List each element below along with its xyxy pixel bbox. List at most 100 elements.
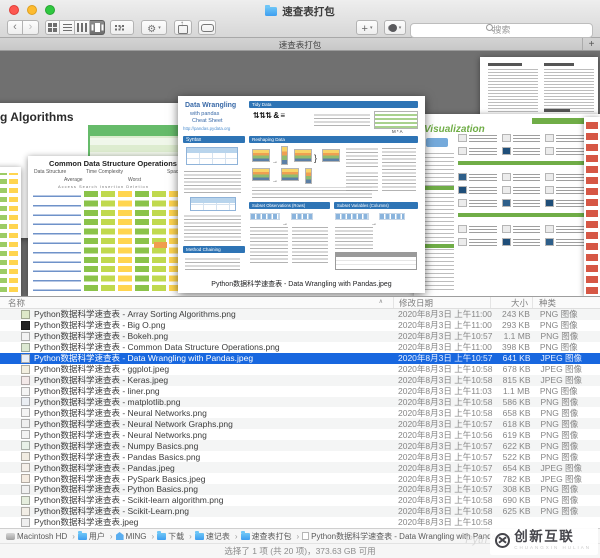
reshape-code-lines	[346, 147, 378, 167]
tidy-text-lines	[314, 112, 370, 126]
table-row[interactable]: Python数据科学速查表 - matplotlib.png 2020年8月3日…	[0, 396, 600, 408]
sidebar-text-lines	[422, 152, 454, 290]
file-thumbnail-icon	[21, 452, 30, 462]
file-size-cell: 622 KB	[502, 440, 531, 451]
reshape-colored-table	[252, 149, 270, 162]
table-row[interactable]: Python数据科学速查表 - Array Sorting Algorithms…	[0, 309, 600, 320]
table-row[interactable]: Python数据科学速查表 - Python Basics.png 2020年8…	[0, 484, 600, 495]
search-field	[410, 20, 593, 38]
file-thumbnail-icon	[21, 474, 30, 484]
view-list-button[interactable]	[60, 20, 75, 35]
chart-thumbnail	[501, 173, 541, 184]
method-code-lines	[185, 256, 240, 270]
breadcrumb-item[interactable]: Macintosh HD	[6, 532, 78, 541]
breadcrumb-label: 速记表	[205, 531, 230, 541]
table-row[interactable]: Python数据科学速查表 - ggplot.jpeg 2020年8月3日 上午…	[0, 364, 600, 375]
file-size-cell: 815 KB	[502, 375, 531, 386]
table-row[interactable]: Python数据科学速查表 - Keras.jpeg 2020年8月3日 上午1…	[0, 374, 600, 386]
reshape-colored-table	[322, 149, 340, 162]
breadcrumb-icon	[115, 532, 124, 540]
chart-thumbnail	[458, 199, 497, 210]
file-size-cell: 625 KB	[502, 506, 531, 517]
subset-chip-strip	[335, 213, 369, 220]
view-icon-button[interactable]	[45, 20, 60, 35]
tags-color-button[interactable]	[384, 20, 406, 35]
view-columns-button[interactable]	[75, 20, 90, 35]
file-thumbnail-icon	[21, 386, 30, 396]
forward-button[interactable]: ›	[23, 20, 39, 35]
column-header-kind[interactable]: 种类	[532, 297, 600, 308]
watermark: Pyth 创新互联 CHUANGXIN HULIAN	[465, 525, 598, 555]
breadcrumb-label: 下载	[168, 531, 185, 541]
new-tab-button[interactable]: +	[582, 38, 600, 50]
chart-thumbnail-grid	[458, 134, 584, 290]
chart-thumbnail	[501, 238, 541, 249]
file-thumbnail-icon	[21, 517, 30, 527]
table-row[interactable]: Python数据科学速查表 - Scikit-learn algorithm.p…	[0, 495, 600, 506]
breadcrumb-item[interactable]: 速查表打包	[240, 531, 303, 542]
preview-sheet-visualization[interactable]: Visualization	[414, 114, 600, 296]
table-row[interactable]: Python数据科学速查表 - Neural Network Graphs.pn…	[0, 418, 600, 430]
file-size-cell: 308 KB	[502, 484, 531, 495]
table-row[interactable]: Python数据科学速查表 - Common Data Structure Op…	[0, 342, 600, 353]
column-header-size[interactable]: 大小	[490, 297, 532, 308]
column-group-label: Time Complexity	[86, 169, 124, 175]
table-row[interactable]: Python数据科学速查表 - Data Wrangling with Pand…	[0, 352, 600, 364]
file-thumbnail-icon	[21, 309, 30, 319]
table-row[interactable]: Python数据科学速查表 - Bokeh.png 2020年8月3日 上午10…	[0, 330, 600, 342]
preview-sheet-left-edge[interactable]	[0, 167, 21, 296]
pandas-title: Data Wrangling	[185, 102, 237, 109]
sort-ascending-icon: ∧	[378, 298, 383, 305]
tab-folder[interactable]: 速查表打包	[279, 39, 322, 51]
preview-sheet-pandas-selected[interactable]: Data Wrangling with pandas Cheat Sheet h…	[178, 96, 425, 293]
breadcrumb-icon	[194, 531, 204, 540]
breadcrumb-item[interactable]: MING	[115, 532, 158, 541]
subset-chip-strip	[291, 213, 313, 220]
table-row[interactable]: Python数据科学速查表 - Numpy Basics.png 2020年8月…	[0, 440, 600, 452]
syntax-code-lines	[184, 215, 241, 241]
reshape-code-lines	[252, 187, 372, 198]
watermark-text-block: 创新互联 CHUANGXIN HULIAN	[514, 530, 591, 550]
table-row[interactable]: Python数据科学速查表 - liner.png 2020年8月3日 上午11…	[0, 386, 600, 397]
section-header-method-chaining: Method Chaining	[183, 246, 245, 253]
view-coverflow-button[interactable]	[90, 20, 105, 35]
chart-thumbnail	[501, 199, 541, 210]
breadcrumb-item[interactable]: 速记表	[194, 531, 241, 542]
watermark-brand: 创新互联 CHUANGXIN HULIAN	[490, 525, 598, 555]
file-thumbnail-icon	[21, 419, 30, 429]
table-row[interactable]: Python数据科学速查表 - Scikit-Learn.png 2020年8月…	[0, 505, 600, 517]
table-row[interactable]: Python数据科学速查表 - Neural Networks.png 2020…	[0, 429, 600, 440]
breadcrumb-item[interactable]: 下载	[157, 531, 195, 542]
column-header-name[interactable]: 名称 ∧	[0, 297, 393, 309]
file-size-cell: 641 KB	[502, 353, 531, 364]
table-row[interactable]: Python数据科学速查表 - Pandas.jpeg 2020年8月3日 上午…	[0, 462, 600, 474]
reshape-colored-table	[305, 168, 312, 184]
search-input[interactable]	[410, 22, 593, 38]
list-view-icon	[62, 23, 72, 26]
table-row[interactable]: Python数据科学速查表 - PySpark Basics.jpeg 2020…	[0, 473, 600, 484]
action-button[interactable]	[141, 20, 167, 35]
table-row[interactable]: Python数据科学速查表 - Pandas Basics.png 2020年8…	[0, 451, 600, 462]
file-size-cell: 398 KB	[501, 342, 530, 353]
breadcrumb-item[interactable]: 用户	[77, 531, 116, 542]
text-heading-bar	[544, 63, 574, 66]
reshape-colored-table	[281, 146, 288, 165]
file-thumbnail-icon	[21, 408, 30, 418]
arrange-button[interactable]	[110, 20, 134, 35]
columns-view-icon	[76, 23, 80, 32]
search-icon	[485, 24, 493, 31]
preview-sheet-red-column[interactable]	[584, 117, 600, 296]
tag-button[interactable]	[198, 20, 216, 35]
file-thumbnail-icon	[21, 506, 30, 516]
table-row[interactable]: Python数据科学速查表 - Neural Networks.png 2020…	[0, 407, 600, 418]
column-header-date[interactable]: 修改日期	[393, 297, 490, 308]
table-row[interactable]: Python数据科学速查表 - Big O.png 2020年8月3日 上午11…	[0, 320, 600, 331]
reshape-colored-table	[252, 168, 270, 181]
subset-chip-strip	[379, 213, 405, 220]
share-button[interactable]	[174, 19, 192, 35]
back-button[interactable]: ‹	[7, 20, 23, 35]
add-button[interactable]	[356, 20, 378, 35]
breadcrumb-label: 用户	[88, 531, 105, 541]
reshape-code-lines	[382, 147, 416, 191]
breadcrumb-icon	[6, 532, 15, 540]
